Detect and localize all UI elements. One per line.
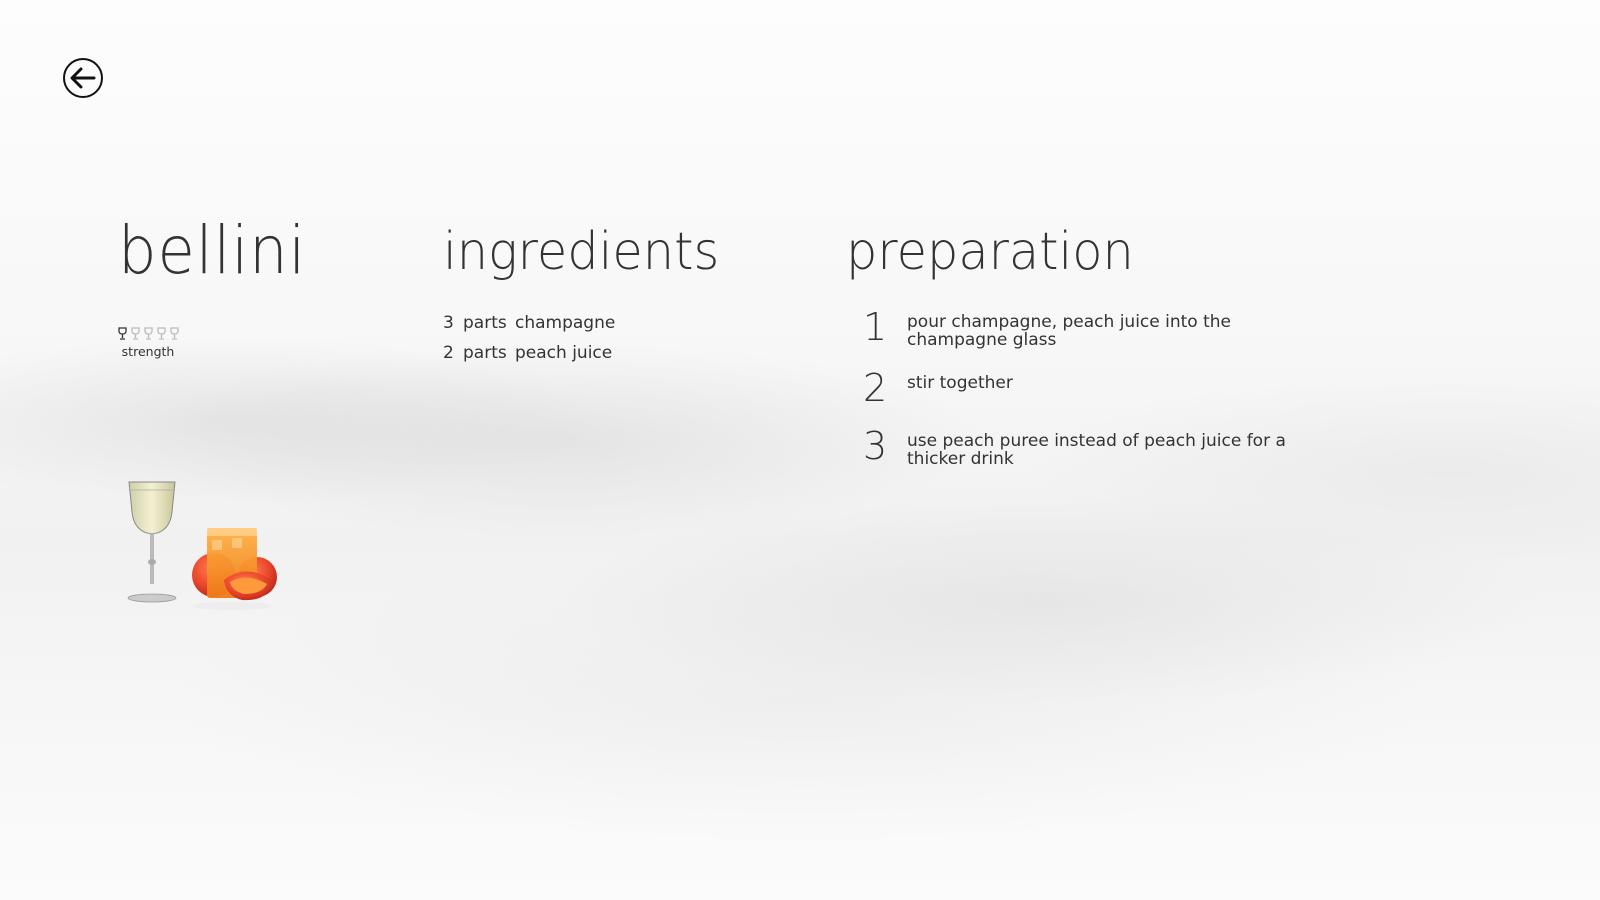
ingredient-unit: parts	[463, 313, 507, 333]
back-arrow-icon	[70, 67, 96, 89]
drink-image	[127, 481, 277, 610]
step-text: pour champagne, peach juice into the cha…	[907, 312, 1231, 350]
drink-title: bellini	[118, 212, 307, 289]
preparation-step: 2 stir together	[855, 369, 1325, 407]
step-number: 3	[863, 424, 888, 468]
wine-glass-icon	[118, 327, 127, 340]
preparation-step: 3 use peach puree instead of peach juice…	[855, 427, 1325, 468]
ingredient-quantity: 2	[443, 343, 454, 363]
step-number: 2	[863, 366, 888, 410]
wine-glass-icon	[131, 327, 140, 340]
wine-glass-icon	[144, 327, 153, 340]
step-text: stir together	[907, 373, 1013, 393]
ingredient-row: 3 parts champagne	[443, 308, 615, 338]
ingredient-list: 3 parts champagne 2 parts peach juice	[443, 308, 615, 368]
ingredient-unit: parts	[463, 343, 507, 363]
strength-rating: strength	[118, 326, 182, 359]
strength-glasses	[118, 326, 182, 340]
preparation-step: 1 pour champagne, peach juice into the c…	[855, 308, 1325, 349]
preparation-steps: 1 pour champagne, peach juice into the c…	[855, 308, 1325, 488]
step-text: use peach puree instead of peach juice f…	[907, 431, 1286, 469]
ingredient-quantity: 3	[443, 313, 454, 333]
step-number: 1	[863, 305, 888, 349]
ingredient-name: champagne	[515, 313, 616, 333]
ingredient-name: peach juice	[515, 343, 613, 363]
wine-glass-icon	[157, 327, 166, 340]
ingredients-heading: ingredients	[443, 222, 720, 282]
ingredient-row: 2 parts peach juice	[443, 338, 615, 368]
strength-label: strength	[121, 344, 175, 359]
preparation-heading: preparation	[846, 222, 1134, 282]
back-button[interactable]	[63, 58, 103, 98]
wine-glass-icon	[170, 327, 179, 340]
